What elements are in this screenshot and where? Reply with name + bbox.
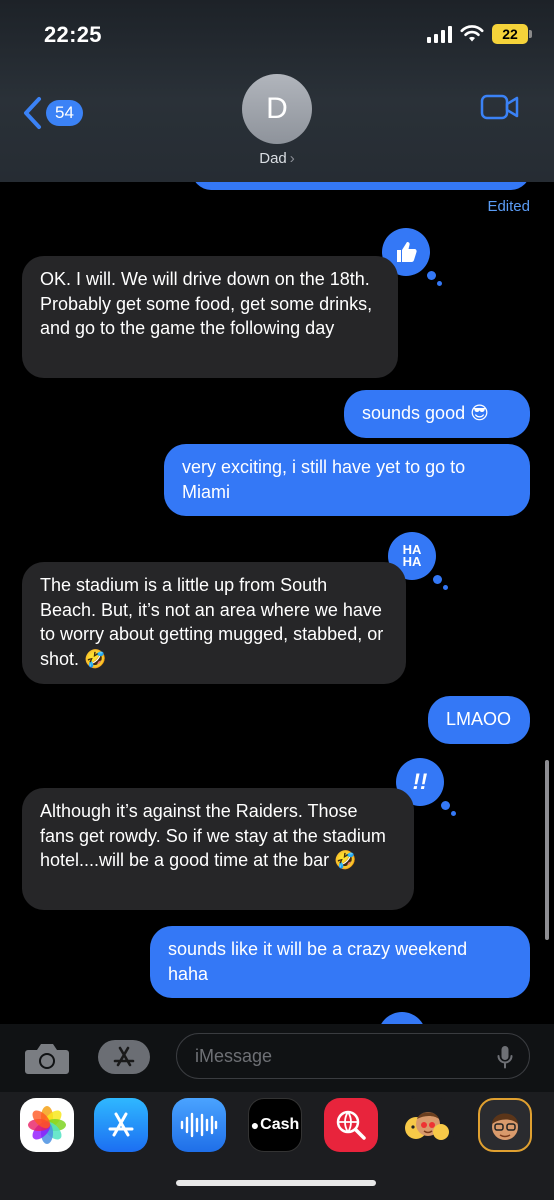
app-store-glyph-icon: [108, 1112, 134, 1137]
chevron-left-icon: [24, 97, 41, 129]
search-images-app-icon[interactable]: [324, 1098, 378, 1152]
message-incoming[interactable]: OK. I will. We will drive down on the 18…: [22, 256, 398, 378]
message-input[interactable]: [195, 1046, 485, 1067]
edited-label[interactable]: Edited: [487, 198, 530, 215]
contact-avatar[interactable]: D: [242, 74, 312, 144]
contact-name[interactable]: Dad ›: [0, 150, 554, 167]
microphone-icon[interactable]: [497, 1045, 513, 1069]
tapback-tail-dot-small: [437, 281, 442, 286]
camera-icon[interactable]: [24, 1041, 70, 1075]
battery-level: 22: [502, 26, 518, 42]
memoji-stickers-app-icon[interactable]: [400, 1098, 454, 1152]
app-store-app-icon[interactable]: [94, 1098, 148, 1152]
waveform-icon: [180, 1112, 218, 1138]
status-time: 22:25: [44, 22, 102, 47]
tapback-tail-dot-small: [451, 811, 456, 816]
contact-name-label: Dad: [259, 150, 287, 167]
battery-icon: 22: [492, 24, 532, 44]
app-store-icon: [113, 1046, 135, 1067]
message-outgoing[interactable]: very exciting, i still have yet to go to…: [164, 444, 530, 516]
scrollbar[interactable]: [545, 760, 549, 940]
apple-logo-icon: ●: [250, 1117, 260, 1133]
thumbs-up-icon: [397, 242, 417, 262]
back-button[interactable]: 54: [22, 96, 83, 130]
message-thread[interactable]: Edited OK. I will. We will drive down on…: [0, 182, 554, 1024]
apple-cash-app-icon[interactable]: ● Cash: [248, 1098, 302, 1152]
navigation-header: 22:25 22 54 D Dad ›: [0, 0, 554, 182]
memoji-face-icon: [492, 1113, 518, 1140]
photos-app-icon[interactable]: [20, 1098, 74, 1152]
globe-search-icon: [336, 1110, 366, 1140]
video-call-icon[interactable]: [480, 94, 520, 120]
status-indicators: 22: [427, 24, 532, 44]
cash-label: Cash: [260, 1116, 300, 1133]
avatar-initial: D: [266, 92, 288, 125]
chevron-right-icon: ›: [289, 150, 295, 167]
photos-flower-icon: [28, 1106, 66, 1144]
unread-count-badge: 54: [46, 100, 83, 126]
audio-message-app-icon[interactable]: [172, 1098, 226, 1152]
tapback-tail-dot: [441, 801, 450, 810]
tapback-tail-dot: [433, 575, 442, 584]
message-outgoing[interactable]: LMAOO: [428, 696, 530, 744]
message-incoming[interactable]: The stadium is a little up from South Be…: [22, 562, 406, 684]
tapback-partial[interactable]: [378, 1012, 426, 1024]
message-bubble-cut-off[interactable]: [192, 182, 530, 190]
tapback-tail-dot-small: [443, 585, 448, 590]
haha-icon: HA HA: [402, 542, 422, 569]
apps-button[interactable]: [98, 1040, 150, 1074]
exclamation-icon: !!: [412, 769, 428, 794]
message-outgoing[interactable]: sounds like it will be a crazy weekend h…: [150, 926, 530, 998]
cellular-signal-icon: [427, 25, 452, 43]
wifi-icon: [460, 25, 484, 42]
compose-bar: [0, 1024, 554, 1092]
message-incoming[interactable]: Although it’s against the Raiders. Those…: [22, 788, 414, 910]
tapback-tail-dot: [427, 271, 436, 280]
app-drawer: ● Cash: [0, 1092, 554, 1200]
memoji-app-icon[interactable]: [478, 1098, 532, 1152]
memoji-stickers-icon: [405, 1112, 449, 1140]
message-input-container: [176, 1033, 530, 1079]
home-indicator[interactable]: [176, 1180, 376, 1186]
message-outgoing[interactable]: sounds good 😎: [344, 390, 530, 438]
